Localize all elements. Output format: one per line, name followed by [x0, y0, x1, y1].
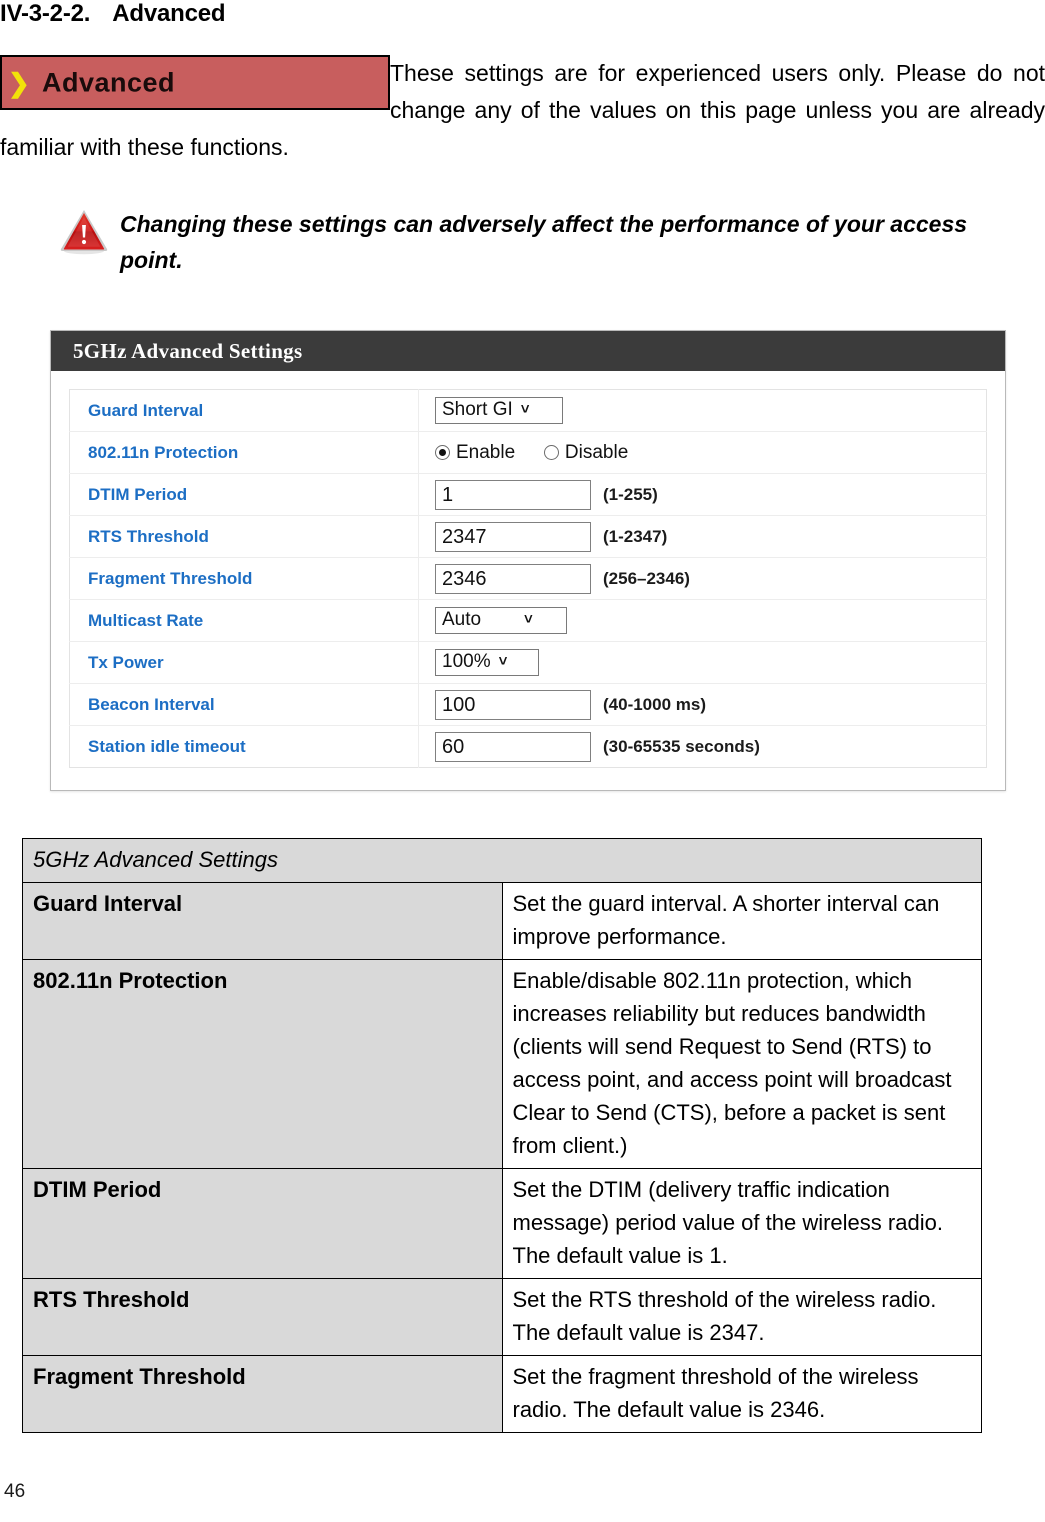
description-value-rts-threshold: Set the RTS threshold of the wireless ra… [501, 1278, 982, 1356]
dtim-period-input[interactable]: 1 [435, 479, 591, 510]
table-row: Station idle timeout 60 (30-65535 seconds… [69, 725, 987, 768]
table-row: Guard Interval Short GI ˅ [69, 389, 987, 432]
setting-control-guard-interval: Short GI ˅ [419, 390, 987, 432]
setting-label-beacon-interval: Beacon Interval [69, 683, 419, 726]
section-number: IV-3-2-2. [0, 0, 91, 27]
rts-threshold-hint: (1-2347) [603, 526, 668, 546]
table-row: RTS Threshold 2347 (1-2347) [69, 515, 987, 558]
description-value-dtim-period: Set the DTIM (delivery traffic indicatio… [501, 1168, 982, 1279]
setting-label-multicast-rate: Multicast Rate [69, 599, 419, 642]
warning-triangle-icon [58, 206, 110, 256]
multicast-rate-select[interactable]: Auto ˅ [435, 607, 567, 634]
intro-line-1: These settings are for experienced users… [390, 60, 886, 86]
chevron-down-icon: ˅ [524, 611, 533, 628]
multicast-rate-value: Auto [442, 609, 482, 630]
table-row: Fragment Threshold Set the fragment thre… [22, 1355, 982, 1433]
table-row: DTIM Period 1 (1-255) [69, 473, 987, 516]
description-key-fragment-threshold: Fragment Threshold [22, 1355, 503, 1433]
chevron-down-icon: ˅ [520, 401, 530, 418]
table-row: Beacon Interval 100 (40-1000 ms) [69, 683, 987, 726]
setting-control-fragment-threshold: 2346 (256–2346) [419, 558, 987, 600]
rts-threshold-input[interactable]: 2347 [435, 521, 591, 552]
radio-disable-label: Disable [564, 441, 629, 463]
beacon-interval-input[interactable]: 100 [435, 689, 591, 720]
setting-control-multicast-rate: Auto ˅ [419, 600, 987, 642]
advanced-menu-banner[interactable]: ❯ Advanced [0, 55, 390, 110]
table-row: DTIM Period Set the DTIM (delivery traff… [22, 1168, 982, 1279]
setting-control-tx-power: 100% ˅ [419, 642, 987, 684]
page-number: 46 [4, 1481, 26, 1502]
page-title: IV-3-2-2. Advanced [0, 0, 226, 28]
setting-label-11n-protection: 802.11n Protection [69, 431, 419, 474]
setting-label-rts-threshold: RTS Threshold [69, 515, 419, 558]
11n-protection-radio-group: Enable Disable [435, 442, 652, 464]
intro-block: ❯ Advanced These settings are for experi… [0, 55, 1045, 166]
advanced-banner-label: Advanced [42, 67, 176, 97]
settings-panel-screenshot: 5GHz Advanced Settings Guard Interval Sh… [50, 330, 1006, 791]
chevron-down-icon: ˅ [498, 653, 508, 670]
setting-control-beacon-interval: 100 (40-1000 ms) [419, 684, 987, 726]
setting-label-guard-interval: Guard Interval [69, 389, 419, 432]
radio-disable[interactable]: Disable [543, 441, 629, 464]
fragment-threshold-input[interactable]: 2346 [435, 563, 591, 594]
setting-label-fragment-threshold: Fragment Threshold [69, 557, 419, 600]
guard-interval-value: Short GI [442, 399, 513, 420]
table-row: Fragment Threshold 2346 (256–2346) [69, 557, 987, 600]
description-value-guard-interval: Set the guard interval. A shorter interv… [501, 882, 982, 960]
tx-power-select[interactable]: 100% ˅ [435, 649, 539, 676]
description-key-guard-interval: Guard Interval [22, 882, 503, 960]
radio-dot-selected-icon [435, 444, 450, 460]
advanced-settings-table: Guard Interval Short GI ˅ 802.11n Protect… [69, 389, 987, 768]
station-idle-timeout-input[interactable]: 60 [435, 731, 591, 762]
setting-control-station-idle-timeout: 60 (30-65535 seconds) [419, 726, 987, 768]
radio-dot-icon [543, 444, 559, 460]
dtim-period-hint: (1-255) [603, 484, 658, 504]
settings-description-table: 5GHz Advanced Settings Guard Interval Se… [22, 838, 982, 1433]
table-row: 802.11n Protection Enable Disable [69, 431, 987, 474]
setting-label-station-idle-timeout: Station idle timeout [69, 725, 419, 768]
table-row: Multicast Rate Auto ˅ [69, 599, 987, 642]
warning-note: Changing these settings can adversely af… [58, 206, 998, 278]
description-table-title: 5GHz Advanced Settings [22, 838, 982, 883]
chevron-right-icon: ❯ [8, 67, 30, 98]
section-title: Advanced [112, 0, 226, 27]
station-idle-timeout-hint: (30-65535 seconds) [603, 736, 760, 756]
fragment-threshold-hint: (256–2346) [603, 568, 690, 588]
table-row: 5GHz Advanced Settings [22, 838, 982, 883]
description-key-rts-threshold: RTS Threshold [22, 1278, 503, 1356]
radio-enable[interactable]: Enable [435, 442, 515, 464]
description-value-11n-protection: Enable/disable 802.11n protection, which… [501, 959, 982, 1169]
setting-label-tx-power: Tx Power [69, 641, 419, 684]
table-row: RTS Threshold Set the RTS threshold of t… [22, 1278, 982, 1356]
guard-interval-select[interactable]: Short GI ˅ [435, 397, 563, 424]
panel-header-title: 5GHz Advanced Settings [51, 331, 1005, 371]
setting-label-dtim-period: DTIM Period [69, 473, 419, 516]
table-row: Tx Power 100% ˅ [69, 641, 987, 684]
setting-control-11n-protection: Enable Disable [419, 432, 987, 474]
description-key-dtim-period: DTIM Period [22, 1168, 503, 1279]
setting-control-dtim-period: 1 (1-255) [419, 474, 987, 516]
table-row: Guard Interval Set the guard interval. A… [22, 882, 982, 960]
warning-note-text: Changing these settings can adversely af… [120, 211, 968, 273]
description-key-11n-protection: 802.11n Protection [22, 959, 503, 1169]
table-row: 802.11n Protection Enable/disable 802.11… [22, 959, 982, 1169]
tx-power-value: 100% [442, 651, 491, 672]
description-value-fragment-threshold: Set the fragment threshold of the wirele… [501, 1355, 982, 1433]
beacon-interval-hint: (40-1000 ms) [603, 694, 707, 714]
panel-body: Guard Interval Short GI ˅ 802.11n Protect… [51, 371, 1005, 790]
radio-enable-label: Enable [456, 441, 516, 463]
setting-control-rts-threshold: 2347 (1-2347) [419, 516, 987, 558]
